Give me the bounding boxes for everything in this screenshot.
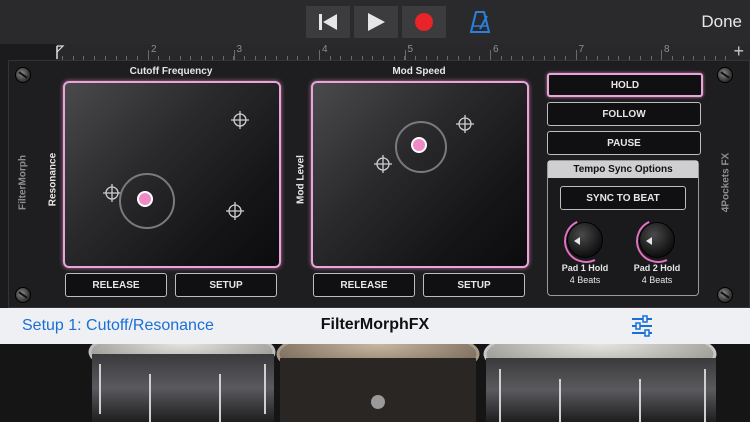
pad1-setup-button[interactable]: SETUP — [175, 273, 277, 297]
pad1-y-label: Resonance — [47, 152, 59, 207]
knob1-value: 4 Beats — [569, 275, 601, 285]
crosshair-icon[interactable] — [374, 155, 392, 173]
knob2-label: Pad 2 Hold — [633, 263, 681, 273]
drum-kit-background — [0, 344, 750, 422]
tempo-sync-panel: Tempo Sync Options SYNC TO BEAT Pad 1 Ho… — [547, 160, 699, 296]
ruler-bar-number: 8 — [664, 44, 670, 55]
rewind-button[interactable] — [306, 6, 350, 38]
pad1-release-button[interactable]: RELEASE — [65, 273, 167, 297]
done-button[interactable]: Done — [701, 12, 742, 32]
hold-button[interactable]: HOLD — [547, 73, 703, 97]
rewind-to-start-icon — [319, 14, 337, 30]
pad2-y-label: Mod Level — [295, 155, 307, 204]
metronome-button[interactable] — [468, 10, 492, 34]
plugin-window: FilterMorph 4Pockets FX Cutoff Frequency… — [8, 60, 750, 308]
pad1-title: Cutoff Frequency — [129, 66, 213, 77]
add-track-icon[interactable]: + — [733, 42, 744, 60]
play-button[interactable] — [354, 6, 398, 38]
xy-pad-1[interactable] — [63, 81, 281, 268]
crosshair-icon[interactable] — [226, 202, 244, 220]
knob-indicator-icon — [574, 237, 580, 245]
ruler-bar-number: 4 — [322, 44, 328, 55]
screw-icon — [15, 67, 31, 83]
play-icon — [368, 13, 385, 31]
ruler-bar-number: 7 — [578, 44, 585, 55]
setup-selector[interactable]: Setup 1: Cutoff/Resonance — [22, 317, 214, 335]
transport-bar: Done — [0, 0, 750, 44]
tempo-sync-title: Tempo Sync Options — [548, 161, 698, 178]
mixer-sliders-icon[interactable] — [630, 315, 654, 337]
drum-kit-image — [0, 344, 750, 422]
crosshair-icon[interactable] — [231, 111, 249, 129]
knob1-label: Pad 1 Hold — [561, 263, 609, 273]
plugin-status-bar: FilterMorphFX Setup 1: Cutoff/Resonance — [0, 308, 750, 345]
pad2-title: Mod Speed — [392, 66, 446, 77]
knob2-value: 4 Beats — [641, 275, 673, 285]
ruler-bar-number: 2 — [151, 44, 157, 55]
screw-icon — [15, 287, 31, 303]
left-side-label: FilterMorph — [17, 155, 29, 210]
crosshair-icon[interactable] — [456, 115, 474, 133]
ruler-bar-number: 6 — [493, 44, 499, 55]
xy-pad-2[interactable] — [311, 81, 529, 268]
sync-to-beat-button[interactable]: SYNC TO BEAT — [560, 186, 686, 210]
screw-icon — [717, 67, 733, 83]
ruler-bar-number: 3 — [236, 44, 243, 55]
record-icon — [415, 13, 433, 31]
touch-point[interactable] — [137, 191, 153, 207]
pause-button[interactable]: PAUSE — [547, 131, 701, 155]
pad1-hold-knob[interactable] — [567, 222, 603, 258]
touch-point[interactable] — [411, 137, 427, 153]
metronome-icon — [469, 11, 491, 33]
pad2-hold-knob[interactable] — [639, 222, 675, 258]
playhead-marker-icon[interactable] — [56, 44, 66, 60]
ruler-bar-number: 5 — [407, 44, 414, 55]
knob-indicator-icon — [646, 237, 652, 245]
screw-icon — [717, 287, 733, 303]
pad2-setup-button[interactable]: SETUP — [423, 273, 525, 297]
record-button[interactable] — [402, 6, 446, 38]
pad2-release-button[interactable]: RELEASE — [313, 273, 415, 297]
follow-button[interactable]: FOLLOW — [547, 102, 701, 126]
timeline-ruler[interactable]: 2 3 4 5 6 7 8 + — [56, 42, 750, 60]
right-side-label: 4Pockets FX — [720, 152, 732, 213]
